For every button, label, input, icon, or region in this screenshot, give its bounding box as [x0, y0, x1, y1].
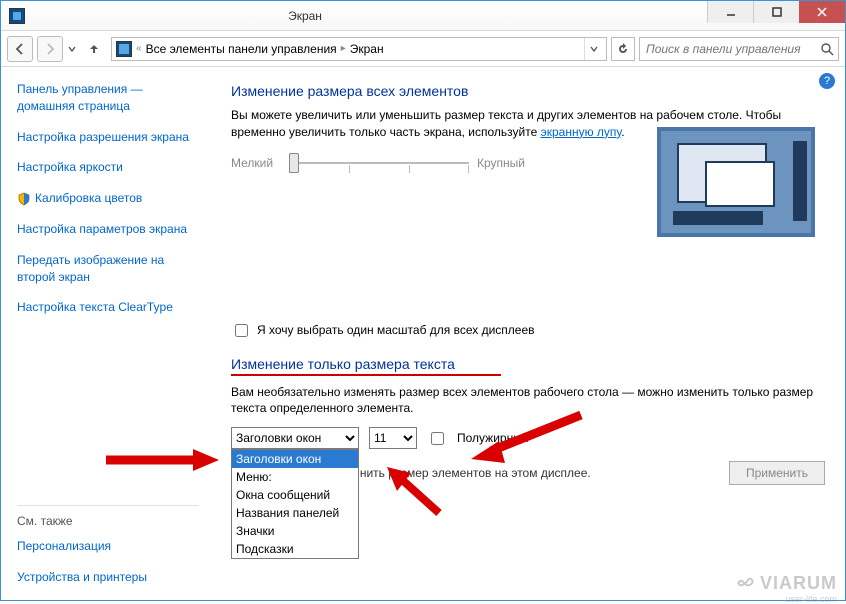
breadcrumb[interactable]: « Все элементы панели управления ▸ Экран	[111, 37, 607, 61]
back-button[interactable]	[7, 36, 33, 62]
breadcrumb-dropdown[interactable]	[584, 38, 602, 60]
sidebar: Панель управления — домашняя страница На…	[1, 67, 211, 600]
scale-slider[interactable]	[289, 151, 469, 175]
maximize-icon	[772, 7, 782, 17]
sidebar-link-label: Калибровка цветов	[35, 190, 142, 207]
single-scale-checkbox[interactable]	[235, 324, 248, 337]
close-button[interactable]	[799, 1, 845, 23]
text-size-controls: Заголовки окон 11 Полужирный Заголовки о…	[231, 427, 825, 449]
sidebar-link-personalization[interactable]: Персонализация	[17, 538, 199, 555]
up-icon	[88, 43, 100, 55]
window-title: Экран	[33, 9, 577, 23]
window-controls	[707, 1, 845, 30]
apply-button[interactable]: Применить	[729, 461, 825, 485]
refresh-icon	[617, 43, 629, 55]
breadcrumb-sep-icon: ▸	[341, 43, 346, 54]
single-scale-label: Я хочу выбрать один масштаб для всех дис…	[257, 323, 535, 337]
help-icon: ?	[824, 75, 830, 87]
dropdown-option[interactable]: Заголовки окон	[232, 450, 358, 468]
preview-image	[657, 127, 815, 237]
element-dropdown-list[interactable]: Заголовки окон Меню: Окна сообщений Назв…	[231, 449, 359, 559]
dropdown-option[interactable]: Меню:	[232, 468, 358, 486]
shield-icon	[17, 192, 31, 206]
sidebar-link-brightness[interactable]: Настройка яркости	[17, 159, 199, 176]
dropdown-option[interactable]: Окна сообщений	[232, 486, 358, 504]
chevron-down-icon	[68, 45, 76, 53]
section1-desc-end: .	[621, 125, 624, 139]
up-button[interactable]	[81, 36, 107, 62]
forward-icon	[44, 43, 56, 55]
breadcrumb-prefix: «	[136, 43, 142, 54]
font-size-combo[interactable]: 11	[369, 427, 417, 449]
sidebar-link-resolution[interactable]: Настройка разрешения экрана	[17, 129, 199, 146]
sidebar-link-screen-settings[interactable]: Настройка параметров экрана	[17, 221, 199, 238]
bold-label: Полужирный	[457, 431, 529, 445]
window: Экран « Все элемент	[0, 0, 846, 601]
dropdown-option[interactable]: Значки	[232, 522, 358, 540]
sidebar-link-devices[interactable]: Устройства и принтеры	[17, 569, 199, 586]
body: Панель управления — домашняя страница На…	[1, 67, 845, 600]
help-button[interactable]: ?	[819, 73, 835, 89]
back-icon	[14, 43, 26, 55]
maximize-button[interactable]	[753, 1, 799, 23]
sidebar-link-cleartype[interactable]: Настройка текста ClearType	[17, 299, 199, 316]
forward-button[interactable]	[37, 36, 63, 62]
app-icon	[9, 8, 25, 24]
search-icon	[820, 42, 834, 56]
annotation-underline	[231, 374, 501, 376]
main-content: ? Изменение размера всех элементов Вы мо…	[211, 67, 845, 600]
section2-title: Изменение только размера текста	[231, 356, 825, 372]
bold-checkbox[interactable]	[431, 432, 444, 445]
section2-desc: Вам необязательно изменять размер всех э…	[231, 384, 825, 418]
magnifier-link[interactable]: экранную лупу	[541, 125, 622, 139]
sidebar-link-project[interactable]: Передать изображение на второй экран	[17, 252, 199, 286]
toolbar: « Все элементы панели управления ▸ Экран	[1, 31, 845, 67]
minimize-button[interactable]	[707, 1, 753, 23]
element-combo[interactable]: Заголовки окон	[231, 427, 359, 449]
slider-label-small: Мелкий	[231, 156, 281, 170]
control-panel-icon	[116, 41, 132, 57]
dropdown-option[interactable]: Названия панелей	[232, 504, 358, 522]
dropdown-option[interactable]: Подсказки	[232, 540, 358, 558]
sidebar-link-calibrate[interactable]: Калибровка цветов	[17, 190, 199, 207]
chevron-down-icon	[590, 45, 598, 53]
see-also-heading: См. также	[17, 514, 199, 528]
history-dropdown[interactable]	[67, 45, 77, 53]
titlebar: Экран	[1, 1, 845, 31]
refresh-button[interactable]	[611, 37, 635, 61]
search-box[interactable]	[639, 37, 839, 61]
breadcrumb-item[interactable]: Все элементы панели управления	[146, 42, 337, 56]
sidebar-link-home[interactable]: Панель управления — домашняя страница	[17, 81, 199, 115]
divider	[17, 505, 199, 506]
slider-thumb[interactable]	[289, 153, 299, 173]
single-scale-row: Я хочу выбрать один масштаб для всех дис…	[231, 321, 825, 340]
section1-title: Изменение размера всех элементов	[231, 83, 825, 99]
search-input[interactable]	[644, 41, 820, 57]
breadcrumb-item[interactable]: Экран	[350, 42, 384, 56]
close-icon	[817, 7, 827, 17]
minimize-icon	[726, 7, 736, 17]
slider-label-large: Крупный	[477, 156, 527, 170]
